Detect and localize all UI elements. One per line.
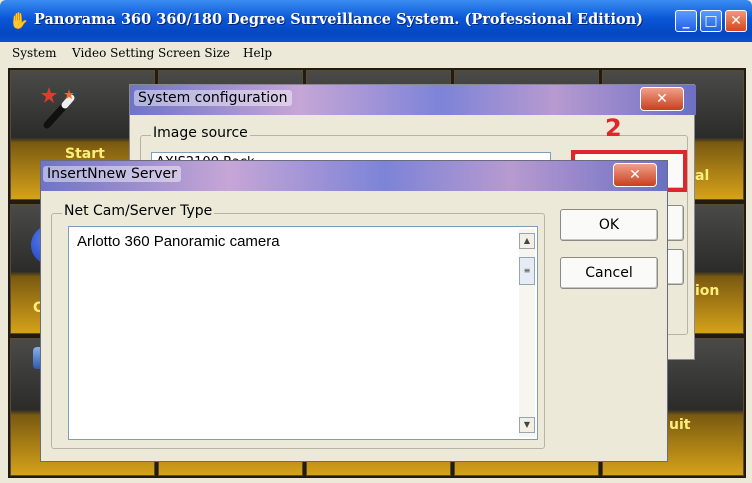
- maximize-button[interactable]: □: [700, 10, 722, 32]
- ok-button[interactable]: OK: [560, 209, 658, 241]
- scroll-down-icon[interactable]: ▼: [519, 417, 535, 433]
- title-bar[interactable]: ✋ Panorama 360 360/180 Degree Surveillan…: [0, 0, 752, 42]
- close-icon: ✕: [730, 13, 742, 29]
- app-icon: ✋: [9, 11, 29, 30]
- close-button[interactable]: ✕: [725, 10, 747, 32]
- server-type-group: Net Cam/Server Type Arlotto 360 Panorami…: [51, 203, 545, 449]
- minimize-icon: _: [682, 13, 690, 29]
- menu-bar: System Video Setting Screen Size Help: [0, 42, 752, 66]
- scroll-thumb[interactable]: ≡: [519, 257, 535, 285]
- system-config-titlebar[interactable]: System configuration ✕: [130, 85, 696, 115]
- annotation-number: 2: [605, 114, 622, 142]
- insert-server-titlebar[interactable]: InsertNnew Server ✕: [41, 161, 667, 191]
- system-config-close-button[interactable]: ✕: [640, 87, 684, 111]
- maximize-icon: □: [704, 13, 718, 29]
- menu-screen-size[interactable]: Screen Size: [158, 46, 230, 60]
- menu-system[interactable]: System: [12, 46, 56, 60]
- image-source-label: Image source: [151, 125, 250, 141]
- main-window: ✋ Panorama 360 360/180 Degree Surveillan…: [0, 0, 752, 483]
- server-type-list[interactable]: Arlotto 360 Panoramic camera ▲ ≡ ▼: [68, 226, 538, 440]
- quit-fragment: uit: [669, 417, 691, 433]
- magic-wand-icon: [41, 87, 75, 129]
- insert-server-title: InsertNnew Server: [43, 166, 181, 182]
- server-type-option[interactable]: Arlotto 360 Panoramic camera: [77, 233, 280, 250]
- scroll-up-icon[interactable]: ▲: [519, 233, 535, 249]
- close-icon: ✕: [656, 91, 668, 107]
- insert-server-close-button[interactable]: ✕: [613, 163, 657, 187]
- tile-row2-5-fragment: ion: [695, 283, 720, 299]
- menu-video-setting[interactable]: Video Setting: [72, 46, 154, 60]
- list-scrollbar[interactable]: ▲ ≡ ▼: [519, 229, 535, 437]
- insert-server-dialog: InsertNnew Server ✕ Net Cam/Server Type …: [40, 160, 668, 462]
- window-title: Panorama 360 360/180 Degree Surveillance…: [34, 11, 644, 28]
- menu-help[interactable]: Help: [243, 46, 272, 60]
- cancel-button[interactable]: Cancel: [560, 257, 658, 289]
- close-icon: ✕: [629, 167, 641, 183]
- server-type-label: Net Cam/Server Type: [62, 203, 215, 219]
- tile-row1-5-fragment: al: [695, 168, 710, 184]
- minimize-button[interactable]: _: [675, 10, 697, 32]
- system-config-title: System configuration: [134, 90, 292, 106]
